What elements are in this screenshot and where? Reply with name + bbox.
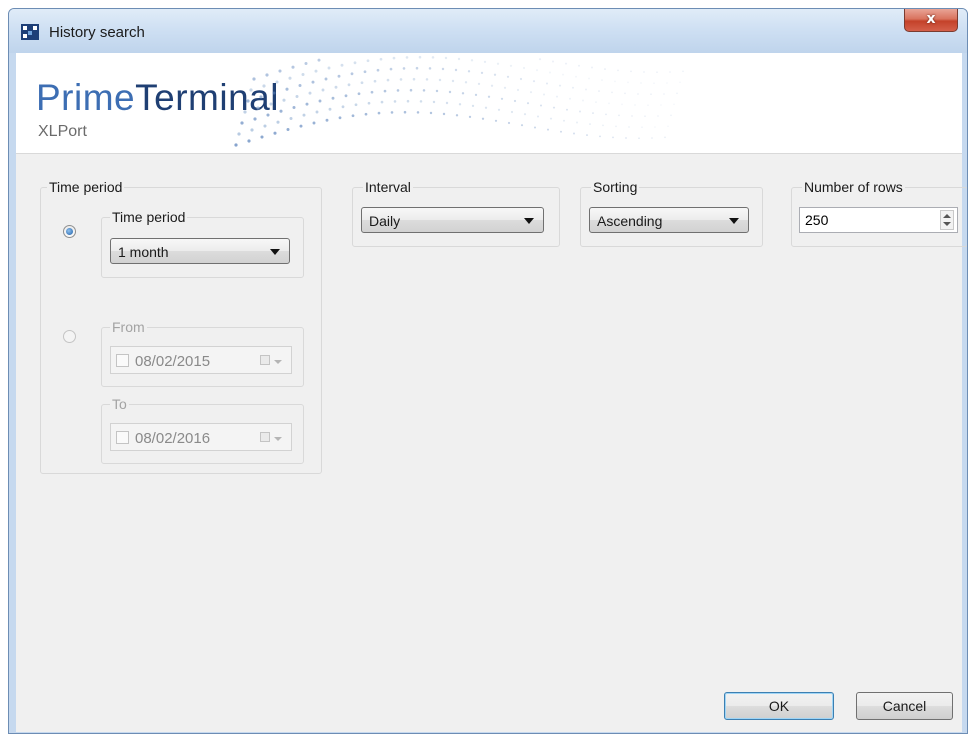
spin-up-icon[interactable] (943, 214, 951, 218)
rows-group: Number of rows (791, 179, 967, 247)
rows-input[interactable] (805, 212, 925, 228)
from-date-checkbox[interactable] (116, 354, 129, 367)
brand-subtitle: XLPort (38, 123, 87, 140)
history-search-window: History search x PrimeTerminal XLPort Ti… (8, 8, 968, 734)
chevron-down-icon (270, 249, 280, 255)
window-title: History search (49, 24, 145, 41)
preset-period-label: Time period (110, 209, 188, 225)
dialog-content: Time period Time period 1 month From 08/… (16, 154, 967, 732)
interval-group: Interval Daily (352, 179, 560, 247)
rows-spin-buttons[interactable] (940, 210, 954, 230)
rows-label: Number of rows (802, 179, 905, 195)
period-combo[interactable]: 1 month (110, 238, 290, 264)
interval-combo-value: Daily (369, 213, 401, 229)
interval-label: Interval (363, 179, 413, 195)
title-bar[interactable]: History search x (9, 9, 967, 53)
sorting-combo-value: Ascending (597, 213, 663, 229)
radio-time-period-preset[interactable] (63, 225, 76, 238)
cancel-button[interactable]: Cancel (856, 692, 953, 720)
chevron-down-icon (274, 360, 282, 364)
sorting-combo[interactable]: Ascending (589, 207, 749, 233)
calendar-icon (260, 355, 270, 365)
from-date-value: 08/02/2015 (135, 353, 211, 370)
brand-banner: PrimeTerminal XLPort (16, 53, 962, 154)
from-date-group: From 08/02/2015 (101, 319, 304, 387)
chevron-down-icon (729, 218, 739, 224)
to-date-group: To 08/02/2016 (101, 396, 304, 464)
chevron-down-icon (274, 437, 282, 441)
ok-button[interactable]: OK (724, 692, 834, 720)
grid-app-icon (21, 24, 39, 40)
time-period-group-label: Time period (47, 179, 125, 195)
spin-down-icon[interactable] (943, 222, 951, 226)
interval-combo[interactable]: Daily (361, 207, 544, 233)
preset-period-group: Time period 1 month (101, 209, 304, 278)
sorting-label: Sorting (591, 179, 640, 195)
to-date-checkbox[interactable] (116, 431, 129, 444)
brand-prime-text: Prime (36, 77, 136, 118)
decorative-dots-pattern (234, 55, 684, 147)
period-combo-value: 1 month (118, 244, 169, 260)
to-date-label: To (110, 396, 129, 412)
calendar-icon (260, 432, 270, 442)
from-date-label: From (110, 319, 147, 335)
close-button[interactable]: x (904, 9, 958, 32)
sorting-group: Sorting Ascending (580, 179, 763, 247)
time-period-group: Time period Time period 1 month From 08/… (40, 179, 322, 474)
to-date-picker[interactable]: 08/02/2016 (110, 423, 292, 451)
radio-date-range[interactable] (63, 330, 76, 343)
from-date-picker[interactable]: 08/02/2015 (110, 346, 292, 374)
rows-stepper[interactable] (799, 207, 958, 233)
to-date-value: 08/02/2016 (135, 430, 211, 447)
chevron-down-icon (524, 218, 534, 224)
